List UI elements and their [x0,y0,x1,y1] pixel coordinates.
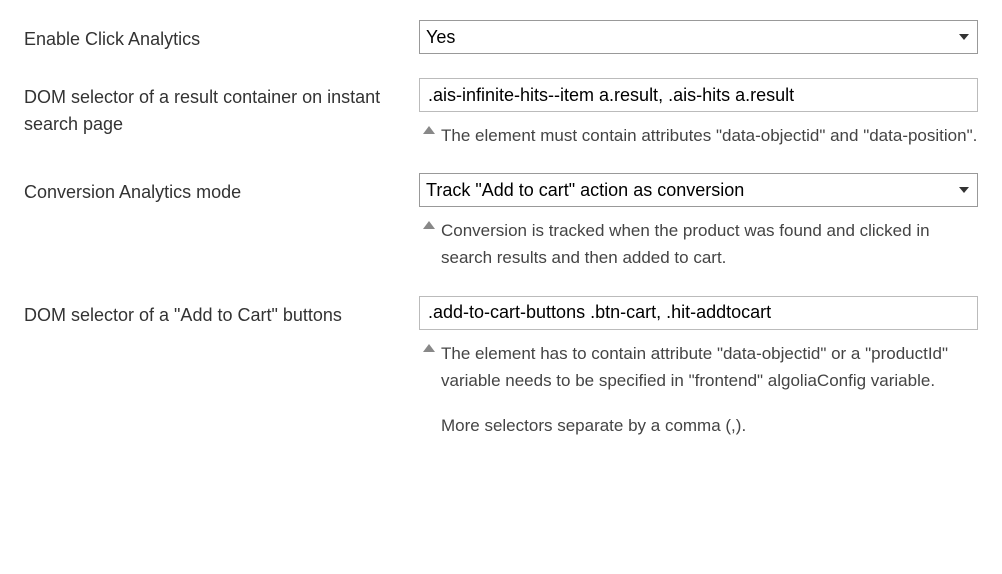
label-enable-click-analytics: Enable Click Analytics [24,20,419,53]
hint-conversion-mode: Conversion is tracked when the product w… [419,217,978,271]
label-dom-selector-result: DOM selector of a result container on in… [24,78,419,138]
dom-selector-result-input[interactable] [419,78,978,112]
conversion-mode-select[interactable]: Track "Add to cart" action as conversion [419,173,978,207]
enable-click-analytics-select[interactable]: Yes [419,20,978,54]
label-dom-selector-addtocart: DOM selector of a "Add to Cart" buttons [24,296,419,329]
field-conversion-mode: Conversion Analytics mode Track "Add to … [24,173,978,271]
hint-dom-selector-result: The element must contain attributes "dat… [419,122,978,149]
field-enable-click-analytics: Enable Click Analytics Yes [24,20,978,54]
triangle-up-icon [423,344,435,352]
field-dom-selector-result: DOM selector of a result container on in… [24,78,978,149]
hint2-dom-selector-addtocart: More selectors separate by a comma (,). [419,412,978,439]
triangle-up-icon [423,126,435,134]
hint-text: The element must contain attributes "dat… [441,126,977,145]
hint-text: More selectors separate by a comma (,). [441,416,746,435]
hint-dom-selector-addtocart: The element has to contain attribute "da… [419,340,978,394]
field-dom-selector-addtocart: DOM selector of a "Add to Cart" buttons … [24,296,978,440]
hint-text: The element has to contain attribute "da… [441,344,948,390]
hint-text: Conversion is tracked when the product w… [441,221,930,267]
dom-selector-addtocart-input[interactable] [419,296,978,330]
label-conversion-mode: Conversion Analytics mode [24,173,419,206]
triangle-up-icon [423,221,435,229]
